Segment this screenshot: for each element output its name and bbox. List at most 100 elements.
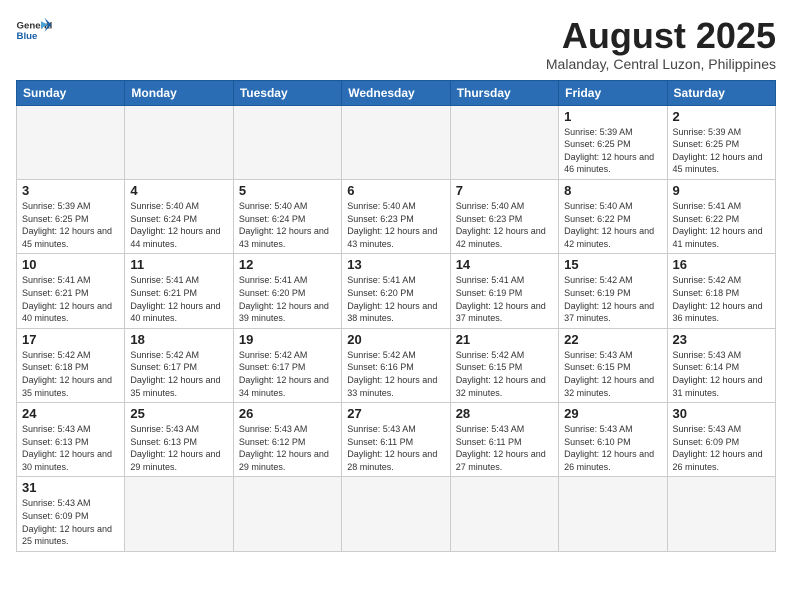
- calendar-day-cell: 7 Sunrise: 5:40 AMSunset: 6:23 PMDaylight…: [450, 179, 558, 253]
- calendar-week-row: 31 Sunrise: 5:43 AMSunset: 6:09 PMDayligh…: [17, 477, 776, 551]
- day-number: 25: [130, 406, 227, 421]
- day-number: 20: [347, 332, 444, 347]
- calendar-day-cell: 30Sunrise: 5:43 AMSunset: 6:09 PMDayligh…: [667, 403, 775, 477]
- day-info: Sunrise: 5:43 AMSunset: 6:09 PMDaylight:…: [22, 497, 119, 547]
- calendar-day-cell: [17, 105, 125, 179]
- day-info: Sunrise: 5:42 AMSunset: 6:17 PMDaylight:…: [130, 349, 227, 399]
- calendar-day-cell: 3Sunrise: 5:39 AMSunset: 6:25 PMDaylight…: [17, 179, 125, 253]
- day-info: Sunrise: 5:43 AMSunset: 6:14 PMDaylight:…: [673, 349, 770, 399]
- day-info: Sunrise: 5:40 AMSunset: 6:22 PMDaylight:…: [564, 200, 661, 250]
- calendar-day-cell: 2Sunrise: 5:39 AMSunset: 6:25 PMDaylight…: [667, 105, 775, 179]
- calendar-day-cell: 17Sunrise: 5:42 AMSunset: 6:18 PMDayligh…: [17, 328, 125, 402]
- day-info: Sunrise: 5:41 AMSunset: 6:21 PMDaylight:…: [130, 274, 227, 324]
- day-number: 31: [22, 480, 119, 495]
- day-info: Sunrise: 5:42 AMSunset: 6:18 PMDaylight:…: [673, 274, 770, 324]
- day-info: Sunrise: 5:40 AMSunset: 6:23 PMDaylight:…: [347, 200, 444, 250]
- day-info: Sunrise: 5:43 AMSunset: 6:13 PMDaylight:…: [22, 423, 119, 473]
- calendar-day-cell: 5Sunrise: 5:40 AMSunset: 6:24 PMDaylight…: [233, 179, 341, 253]
- calendar-day-cell: 1 Sunrise: 5:39 AMSunset: 6:25 PMDaylight…: [559, 105, 667, 179]
- day-number: 19: [239, 332, 336, 347]
- weekday-header-monday: Monday: [125, 80, 233, 105]
- day-number: 12: [239, 257, 336, 272]
- weekday-header-thursday: Thursday: [450, 80, 558, 105]
- calendar-week-row: 1 Sunrise: 5:39 AMSunset: 6:25 PMDaylight…: [17, 105, 776, 179]
- calendar-day-cell: 20 Sunrise: 5:42 AMSunset: 6:16 PMDayligh…: [342, 328, 450, 402]
- calendar-day-cell: [342, 477, 450, 551]
- day-info: Sunrise: 5:43 AMSunset: 6:11 PMDaylight:…: [347, 423, 444, 473]
- calendar-day-cell: 22 Sunrise: 5:43 AMSunset: 6:15 PMDayligh…: [559, 328, 667, 402]
- generalblue-logo-icon: General Blue: [16, 16, 52, 44]
- day-info: Sunrise: 5:43 AMSunset: 6:15 PMDaylight:…: [564, 349, 661, 399]
- day-info: Sunrise: 5:43 AMSunset: 6:11 PMDaylight:…: [456, 423, 553, 473]
- day-number: 8: [564, 183, 661, 198]
- day-number: 21: [456, 332, 553, 347]
- weekday-header-friday: Friday: [559, 80, 667, 105]
- day-info: Sunrise: 5:42 AMSunset: 6:16 PMDaylight:…: [347, 349, 444, 399]
- header: General Blue August 2025 Malanday, Centr…: [16, 16, 776, 72]
- calendar-day-cell: 10Sunrise: 5:41 AMSunset: 6:21 PMDayligh…: [17, 254, 125, 328]
- calendar-day-cell: 31 Sunrise: 5:43 AMSunset: 6:09 PMDayligh…: [17, 477, 125, 551]
- calendar-day-cell: 21 Sunrise: 5:42 AMSunset: 6:15 PMDayligh…: [450, 328, 558, 402]
- calendar-day-cell: [450, 105, 558, 179]
- day-info: Sunrise: 5:42 AMSunset: 6:15 PMDaylight:…: [456, 349, 553, 399]
- day-info: Sunrise: 5:42 AMSunset: 6:17 PMDaylight:…: [239, 349, 336, 399]
- day-info: Sunrise: 5:43 AMSunset: 6:13 PMDaylight:…: [130, 423, 227, 473]
- day-info: Sunrise: 5:42 AMSunset: 6:18 PMDaylight:…: [22, 349, 119, 399]
- day-number: 7: [456, 183, 553, 198]
- day-number: 24: [22, 406, 119, 421]
- calendar-day-cell: 11 Sunrise: 5:41 AMSunset: 6:21 PMDayligh…: [125, 254, 233, 328]
- day-number: 10: [22, 257, 119, 272]
- location: Malanday, Central Luzon, Philippines: [546, 56, 776, 72]
- day-number: 5: [239, 183, 336, 198]
- day-info: Sunrise: 5:41 AMSunset: 6:20 PMDaylight:…: [347, 274, 444, 324]
- calendar-day-cell: [233, 105, 341, 179]
- calendar-day-cell: [667, 477, 775, 551]
- calendar-day-cell: 12 Sunrise: 5:41 AMSunset: 6:20 PMDayligh…: [233, 254, 341, 328]
- day-number: 16: [673, 257, 770, 272]
- day-number: 6: [347, 183, 444, 198]
- weekday-header-tuesday: Tuesday: [233, 80, 341, 105]
- title-area: August 2025 Malanday, Central Luzon, Phi…: [546, 16, 776, 72]
- day-number: 3: [22, 183, 119, 198]
- day-number: 29: [564, 406, 661, 421]
- calendar-day-cell: 9 Sunrise: 5:41 AMSunset: 6:22 PMDaylight…: [667, 179, 775, 253]
- day-number: 23: [673, 332, 770, 347]
- day-number: 1: [564, 109, 661, 124]
- calendar-day-cell: [125, 477, 233, 551]
- day-number: 9: [673, 183, 770, 198]
- calendar-day-cell: [450, 477, 558, 551]
- day-info: Sunrise: 5:43 AMSunset: 6:10 PMDaylight:…: [564, 423, 661, 473]
- day-number: 28: [456, 406, 553, 421]
- calendar-day-cell: 6 Sunrise: 5:40 AMSunset: 6:23 PMDaylight…: [342, 179, 450, 253]
- day-info: Sunrise: 5:40 AMSunset: 6:24 PMDaylight:…: [130, 200, 227, 250]
- calendar-week-row: 17Sunrise: 5:42 AMSunset: 6:18 PMDayligh…: [17, 328, 776, 402]
- calendar-week-row: 3Sunrise: 5:39 AMSunset: 6:25 PMDaylight…: [17, 179, 776, 253]
- day-info: Sunrise: 5:39 AMSunset: 6:25 PMDaylight:…: [564, 126, 661, 176]
- calendar-day-cell: 13Sunrise: 5:41 AMSunset: 6:20 PMDayligh…: [342, 254, 450, 328]
- day-info: Sunrise: 5:41 AMSunset: 6:22 PMDaylight:…: [673, 200, 770, 250]
- day-number: 15: [564, 257, 661, 272]
- weekday-header-row: SundayMondayTuesdayWednesdayThursdayFrid…: [17, 80, 776, 105]
- day-number: 11: [130, 257, 227, 272]
- calendar-day-cell: [342, 105, 450, 179]
- day-info: Sunrise: 5:41 AMSunset: 6:20 PMDaylight:…: [239, 274, 336, 324]
- day-number: 27: [347, 406, 444, 421]
- day-number: 22: [564, 332, 661, 347]
- calendar-day-cell: 25 Sunrise: 5:43 AMSunset: 6:13 PMDayligh…: [125, 403, 233, 477]
- calendar-day-cell: 28 Sunrise: 5:43 AMSunset: 6:11 PMDayligh…: [450, 403, 558, 477]
- logo: General Blue: [16, 16, 52, 44]
- calendar-day-cell: [233, 477, 341, 551]
- day-number: 2: [673, 109, 770, 124]
- calendar-day-cell: 23 Sunrise: 5:43 AMSunset: 6:14 PMDayligh…: [667, 328, 775, 402]
- svg-text:Blue: Blue: [17, 31, 38, 42]
- day-number: 4: [130, 183, 227, 198]
- weekday-header-saturday: Saturday: [667, 80, 775, 105]
- day-number: 26: [239, 406, 336, 421]
- calendar-day-cell: 29 Sunrise: 5:43 AMSunset: 6:10 PMDayligh…: [559, 403, 667, 477]
- calendar-day-cell: [125, 105, 233, 179]
- day-info: Sunrise: 5:43 AMSunset: 6:12 PMDaylight:…: [239, 423, 336, 473]
- calendar-day-cell: 16 Sunrise: 5:42 AMSunset: 6:18 PMDayligh…: [667, 254, 775, 328]
- day-info: Sunrise: 5:40 AMSunset: 6:23 PMDaylight:…: [456, 200, 553, 250]
- calendar-day-cell: 15Sunrise: 5:42 AMSunset: 6:19 PMDayligh…: [559, 254, 667, 328]
- calendar-day-cell: 24 Sunrise: 5:43 AMSunset: 6:13 PMDayligh…: [17, 403, 125, 477]
